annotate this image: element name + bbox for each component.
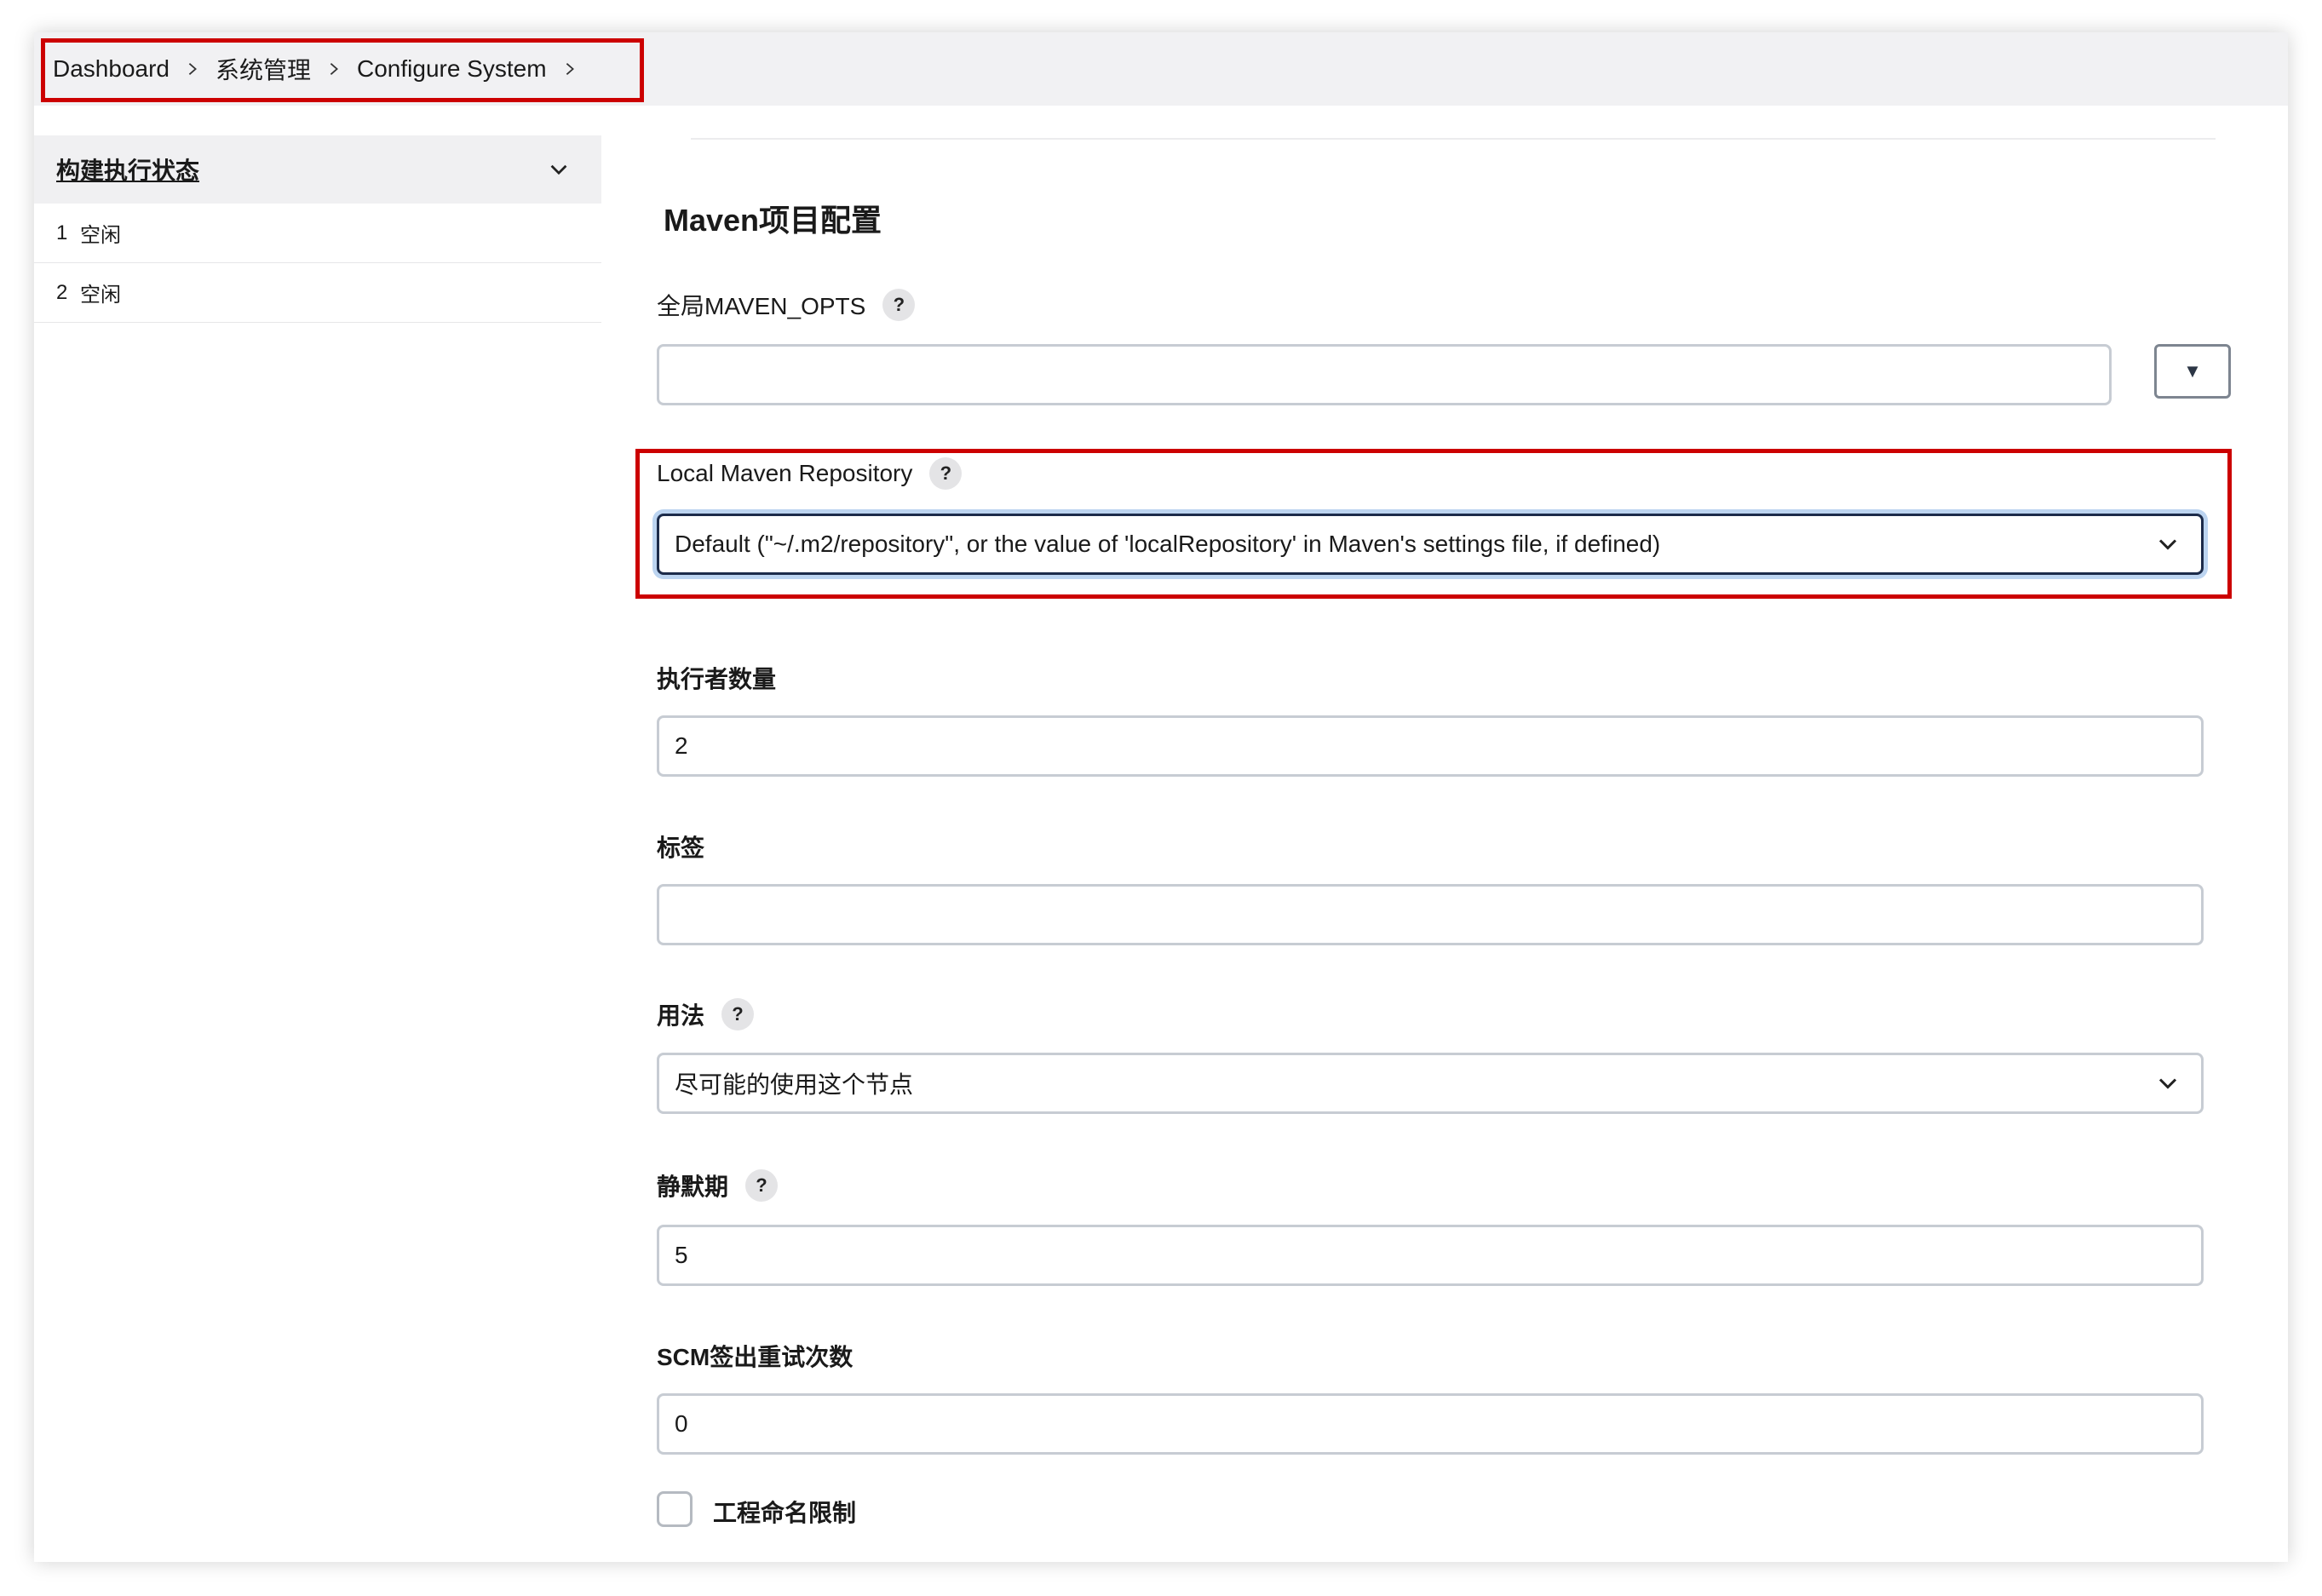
quiet-period-label: 静默期 ? — [657, 1168, 779, 1203]
maven-opts-label-text: 全局MAVEN_OPTS — [657, 293, 866, 319]
usage-label: 用法 ? — [657, 997, 755, 1031]
local-repo-select[interactable]: Default ("~/.m2/repository", or the valu… — [657, 514, 2204, 575]
breadcrumb-configure-system[interactable]: Configure System — [357, 55, 547, 83]
local-repo-label-text: Local Maven Repository — [657, 460, 913, 486]
chevron-down-icon — [2158, 539, 2177, 550]
executor-number: 2 — [56, 280, 68, 304]
executor-status-header[interactable]: 构建执行状态 — [34, 135, 601, 204]
usage-selected-value: 尽可能的使用这个节点 — [675, 1071, 914, 1098]
executor-row: 2 空闲 — [34, 263, 601, 323]
breadcrumb: Dashboard 系统管理 Configure System — [43, 39, 606, 99]
labels-label: 标签 — [657, 830, 704, 864]
breadcrumb-system-manage[interactable]: 系统管理 — [216, 52, 311, 86]
usage-label-text: 用法 — [657, 1002, 705, 1029]
help-icon[interactable]: ? — [721, 998, 755, 1031]
help-icon[interactable]: ? — [882, 289, 916, 321]
jenkins-window: Dashboard 系统管理 Configure System 构建执行状态 1… — [34, 32, 2288, 1562]
executor-status: 空闲 — [80, 284, 121, 307]
chevron-right-icon[interactable] — [170, 61, 216, 77]
num-executors-label-text: 执行者数量 — [657, 666, 777, 692]
num-executors-label: 执行者数量 — [657, 661, 776, 695]
expand-textarea-button[interactable]: ▼ — [2154, 344, 2231, 399]
executor-status-title[interactable]: 构建执行状态 — [56, 152, 199, 187]
section-divider — [691, 138, 2216, 140]
scm-retry-label-text: SCM签出重试次数 — [657, 1344, 854, 1370]
num-executors-input[interactable]: 2 — [657, 715, 2204, 777]
executor-number: 1 — [56, 221, 68, 244]
local-repo-label: Local Maven Repository ? — [657, 457, 963, 490]
chevron-right-icon[interactable] — [547, 61, 593, 77]
usage-select[interactable]: 尽可能的使用这个节点 — [657, 1053, 2204, 1114]
breadcrumb-bar: Dashboard 系统管理 Configure System — [34, 32, 2288, 106]
section-title: Maven项目配置 — [664, 203, 882, 238]
chevron-down-icon — [2158, 1078, 2177, 1089]
scm-retry-input[interactable]: 0 — [657, 1393, 2204, 1455]
executor-row: 1 空闲 — [34, 204, 601, 263]
maven-opts-label: 全局MAVEN_OPTS ? — [657, 288, 916, 322]
breadcrumb-dashboard[interactable]: Dashboard — [53, 55, 170, 83]
local-repo-selected-value: Default ("~/.m2/repository", or the valu… — [675, 531, 1661, 557]
executor-status: 空闲 — [80, 224, 121, 247]
labels-label-text: 标签 — [657, 835, 705, 861]
quiet-period-input[interactable]: 5 — [657, 1225, 2204, 1286]
chevron-down-icon[interactable] — [547, 158, 571, 181]
scm-retry-label: SCM签出重试次数 — [657, 1339, 853, 1373]
help-icon[interactable]: ? — [745, 1169, 779, 1202]
labels-input[interactable] — [657, 884, 2204, 945]
maven-opts-input[interactable] — [657, 344, 2112, 405]
project-naming-checkbox[interactable] — [657, 1491, 693, 1527]
help-icon[interactable]: ? — [929, 457, 963, 490]
project-naming-label: 工程命名限制 — [713, 1500, 857, 1526]
quiet-period-label-text: 静默期 — [657, 1174, 729, 1200]
sidebar: 构建执行状态 1 空闲 2 空闲 — [34, 135, 601, 323]
chevron-right-icon[interactable] — [311, 61, 357, 77]
